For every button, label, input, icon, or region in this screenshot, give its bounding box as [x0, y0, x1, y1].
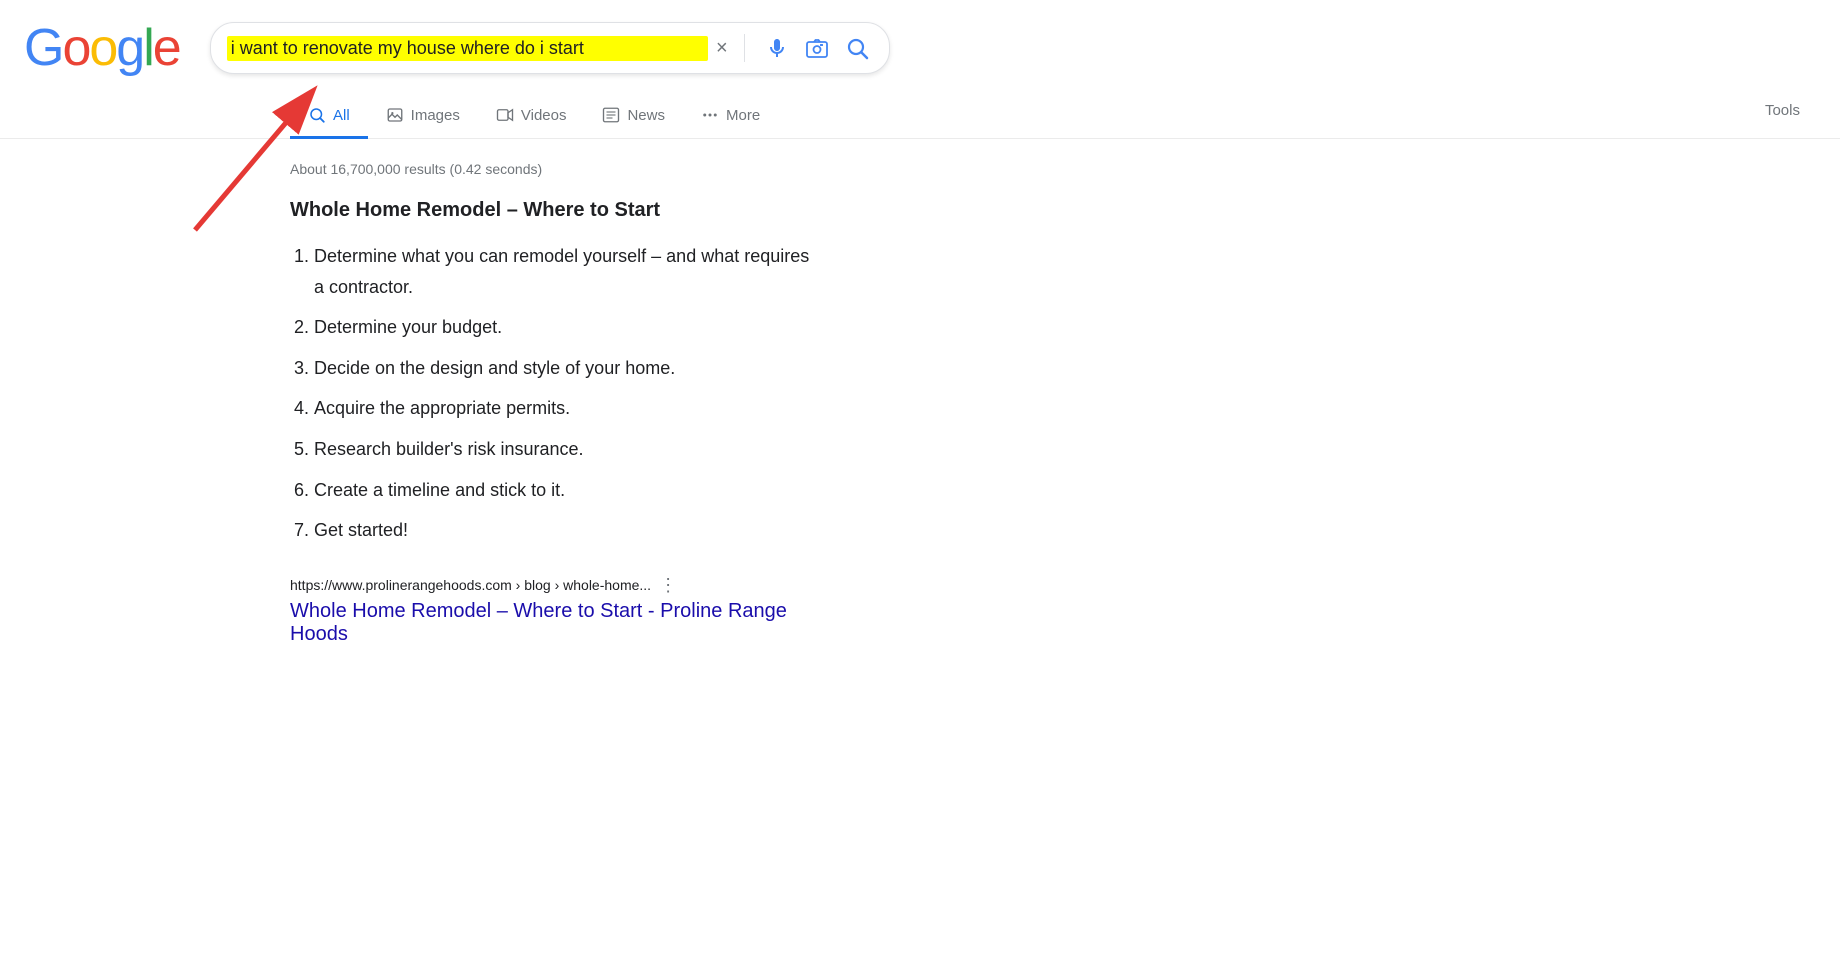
snippet-list: Determine what you can remodel yourself … — [290, 236, 820, 551]
result-link[interactable]: Whole Home Remodel – Where to Start - Pr… — [290, 600, 787, 645]
search-bar-wrapper: i want to renovate my house where do i s… — [210, 22, 890, 74]
search-button[interactable] — [841, 32, 873, 64]
search-bar[interactable]: i want to renovate my house where do i s… — [210, 22, 890, 74]
dots-icon — [701, 106, 719, 124]
logo-letter-o1: o — [62, 18, 89, 78]
list-item: Decide on the design and style of your h… — [314, 348, 820, 389]
search-icon — [308, 106, 326, 124]
search-input[interactable]: i want to renovate my house where do i s… — [227, 36, 708, 61]
tab-news-label: News — [627, 107, 665, 124]
tab-videos-label: Videos — [521, 107, 567, 124]
logo-letter-g: G — [24, 18, 62, 78]
list-item: Determine what you can remodel yourself … — [314, 236, 820, 307]
logo-letter-e: e — [153, 18, 180, 78]
video-icon — [496, 106, 514, 124]
nav-tabs: All Images Videos — [0, 86, 1840, 139]
tab-all[interactable]: All — [290, 94, 368, 139]
tools-button[interactable]: Tools — [1765, 102, 1840, 131]
results-area: About 16,700,000 results (0.42 seconds) … — [0, 139, 820, 646]
list-item: Get started! — [314, 510, 820, 551]
snippet-title: Whole Home Remodel – Where to Start — [290, 199, 820, 222]
mic-button[interactable] — [761, 32, 793, 64]
list-item: Create a timeline and stick to it. — [314, 470, 820, 511]
logo-letter-g2: g — [116, 18, 143, 78]
list-item: Research builder's risk insurance. — [314, 429, 820, 470]
result-url-row: https://www.prolinerangehoods.com › blog… — [290, 575, 820, 596]
header: G o o g l e i want to renovate my house … — [0, 0, 1840, 78]
search-bar-divider — [744, 34, 745, 62]
tab-images-label: Images — [411, 107, 460, 124]
camera-button[interactable] — [801, 32, 833, 64]
logo-letter-l: l — [143, 18, 153, 78]
tab-more[interactable]: More — [683, 94, 778, 139]
result-options-button[interactable]: ⋮ — [659, 575, 677, 596]
news-icon — [602, 106, 620, 124]
google-logo[interactable]: G o o g l e — [24, 18, 180, 78]
tab-news[interactable]: News — [584, 94, 683, 139]
tab-images[interactable]: Images — [368, 94, 478, 139]
tab-all-label: All — [333, 107, 350, 124]
logo-letter-o2: o — [89, 18, 116, 78]
result-url: https://www.prolinerangehoods.com › blog… — [290, 577, 651, 593]
results-count: About 16,700,000 results (0.42 seconds) — [290, 161, 820, 177]
featured-snippet: Whole Home Remodel – Where to Start Dete… — [290, 199, 820, 646]
list-item: Determine your budget. — [314, 307, 820, 348]
image-icon — [386, 106, 404, 124]
list-item: Acquire the appropriate permits. — [314, 388, 820, 429]
tab-more-label: More — [726, 107, 760, 124]
tab-videos[interactable]: Videos — [478, 94, 585, 139]
clear-button[interactable]: × — [716, 37, 728, 60]
